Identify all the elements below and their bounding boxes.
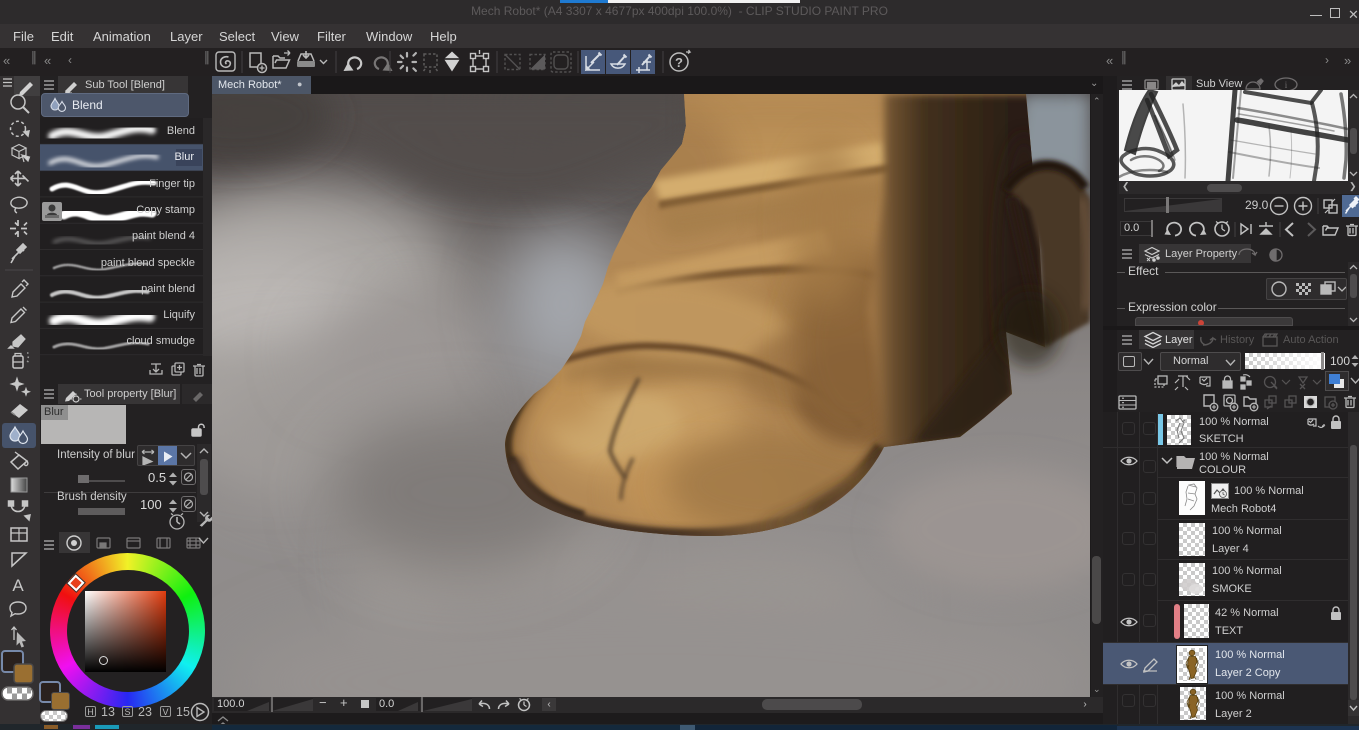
svg-text:A: A: [12, 576, 24, 595]
svg-text:?: ?: [675, 55, 683, 70]
svg-text:i: i: [1285, 80, 1288, 90]
